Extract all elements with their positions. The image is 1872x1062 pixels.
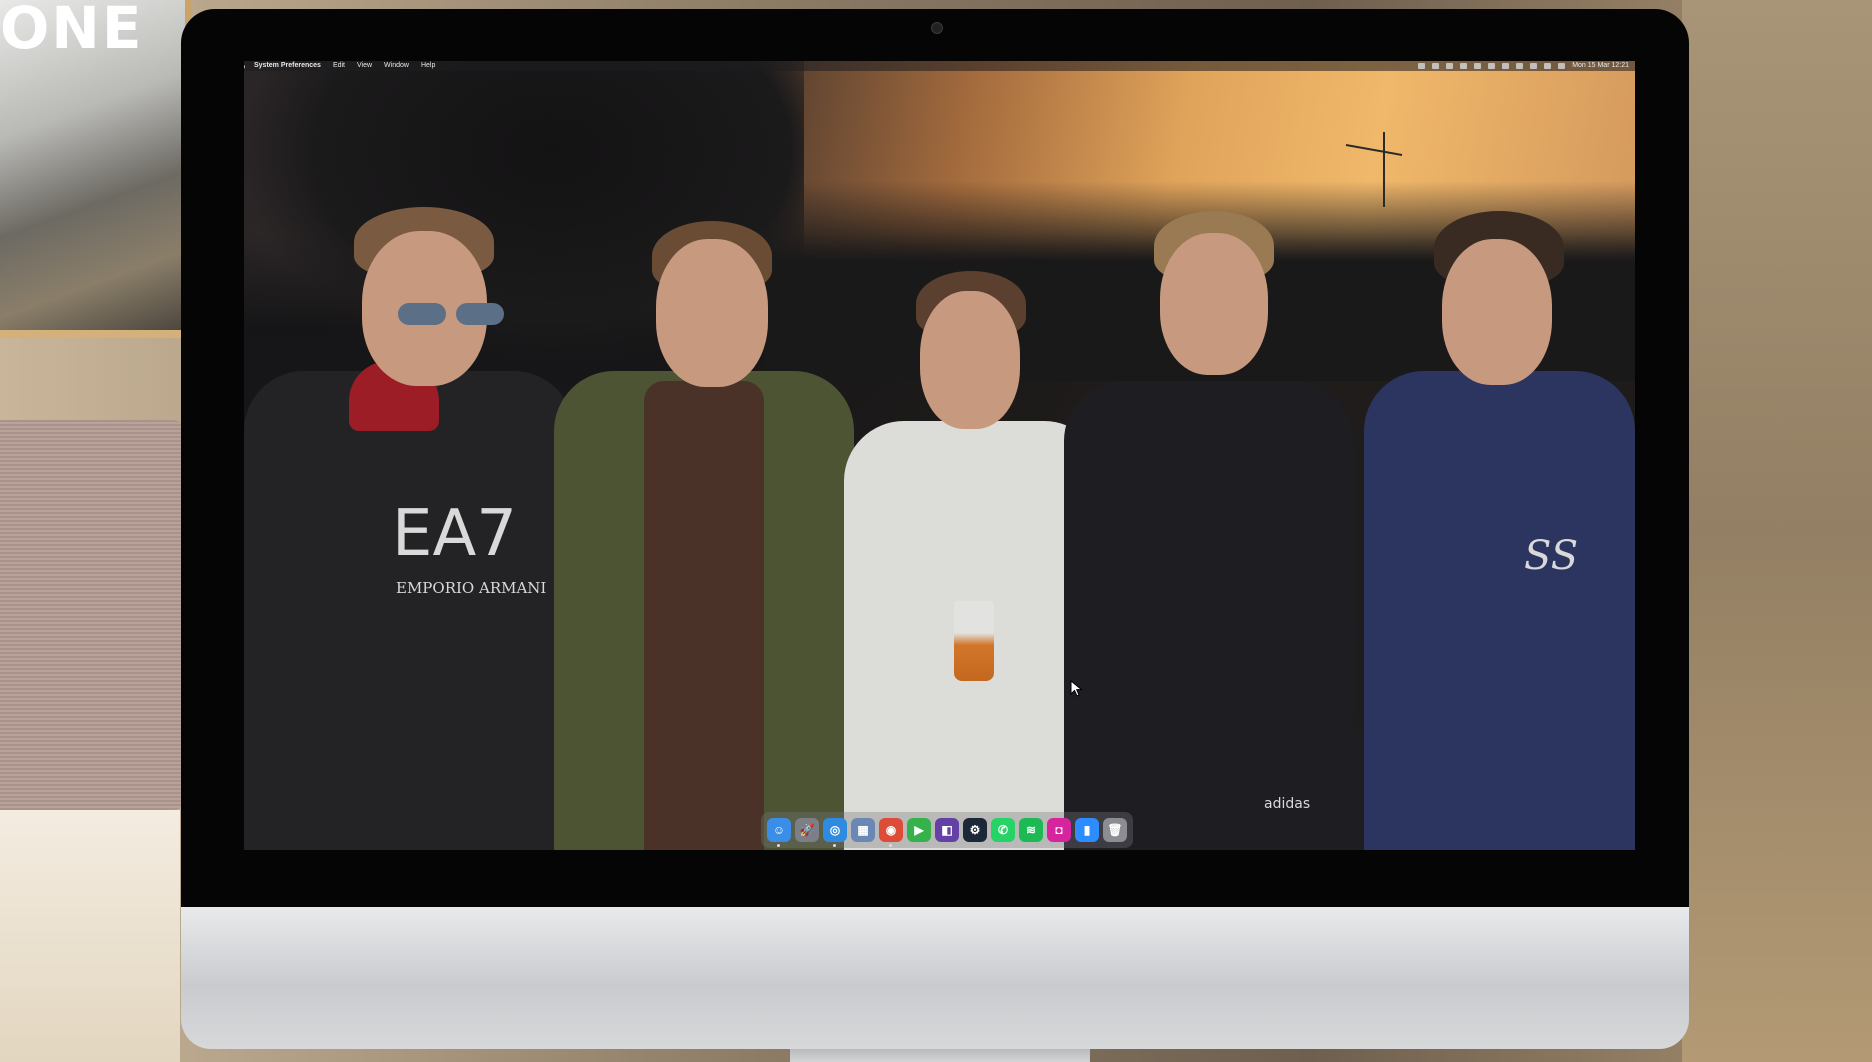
status-menu-area: Mon 15 Mar 12:21 (1418, 61, 1629, 71)
imac-chin (181, 907, 1689, 1049)
wallpaper-cup (954, 601, 994, 681)
volume-status-icon[interactable] (1516, 63, 1524, 69)
hoodie-logo: SS (1524, 533, 1579, 579)
control-center-icon[interactable] (1558, 63, 1566, 69)
camera-icon (931, 22, 943, 34)
imac-stand (790, 1049, 1090, 1062)
user-status-icon[interactable] (1530, 63, 1538, 69)
zoom-icon[interactable]: ▮ (1075, 818, 1099, 842)
menu-clock[interactable]: Mon 15 Mar 12:21 (1572, 61, 1629, 71)
whatsapp-icon[interactable]: ✆ (991, 818, 1015, 842)
menu-app-name[interactable]: System Preferences (254, 61, 321, 71)
sync-status-icon[interactable] (1446, 63, 1454, 69)
poster-text: ONE (0, 0, 144, 62)
menu-help[interactable]: Help (421, 61, 435, 71)
background-wall (0, 810, 180, 1062)
menu-bar: System Preferences Edit View Window Help… (244, 61, 1635, 71)
menu-edit[interactable]: Edit (333, 61, 345, 71)
running-indicator (833, 844, 836, 847)
instagram-icon[interactable]: ◘ (1047, 818, 1071, 842)
wallpaper-antenna (1345, 132, 1403, 207)
wifi-status-icon[interactable] (1502, 63, 1510, 69)
background-wall-right (1682, 0, 1872, 1062)
twitch-icon[interactable]: ◧ (935, 818, 959, 842)
desktop-screen: EA7 EMPORIO ARMANI adidas SS System Pref… (244, 61, 1635, 850)
running-indicator (777, 844, 780, 847)
apple-menu-icon[interactable] (244, 62, 246, 70)
facetime-icon[interactable]: ▶ (907, 818, 931, 842)
bluetooth-status-icon[interactable] (1474, 63, 1482, 69)
finder-icon[interactable]: ☺ (767, 818, 791, 847)
steam-icon[interactable]: ⚙ (963, 818, 987, 842)
dock: ☺ 🚀 ◎ ▦ ◉ ▶ ◧ ⚙ ✆ ≋ ◘ ▮ 🗑 (761, 812, 1133, 848)
search-icon[interactable] (1544, 63, 1552, 69)
menu-view[interactable]: View (357, 61, 372, 71)
record-status-icon[interactable] (1418, 63, 1426, 69)
launchpad-icon[interactable]: 🚀 (795, 818, 819, 842)
wallpaper-person-1: EA7 EMPORIO ARMANI (244, 207, 574, 850)
chrome-icon[interactable]: ◉ (879, 818, 903, 847)
display-status-icon[interactable] (1432, 63, 1440, 69)
wallpaper-person-5: SS (1364, 211, 1635, 850)
mouse-cursor-icon (1070, 680, 1083, 697)
preview-icon[interactable]: ▦ (851, 818, 875, 842)
wall-poster: ONE (0, 0, 191, 338)
safari-icon[interactable]: ◎ (823, 818, 847, 847)
wallpaper-person-4: adidas (1064, 211, 1354, 850)
pants-logo: adidas (1264, 796, 1311, 812)
lamp-shade (0, 420, 190, 810)
running-indicator (889, 844, 892, 847)
trash-icon[interactable]: 🗑 (1103, 818, 1127, 842)
spotify-icon[interactable]: ≋ (1019, 818, 1043, 842)
menu-window[interactable]: Window (384, 61, 409, 71)
shirt-brand: EMPORIO ARMANI (396, 579, 547, 597)
battery-status-icon[interactable] (1488, 63, 1496, 69)
shirt-logo: EA7 (392, 497, 517, 571)
time-machine-status-icon[interactable] (1460, 63, 1468, 69)
wallpaper-person-2 (554, 221, 854, 850)
